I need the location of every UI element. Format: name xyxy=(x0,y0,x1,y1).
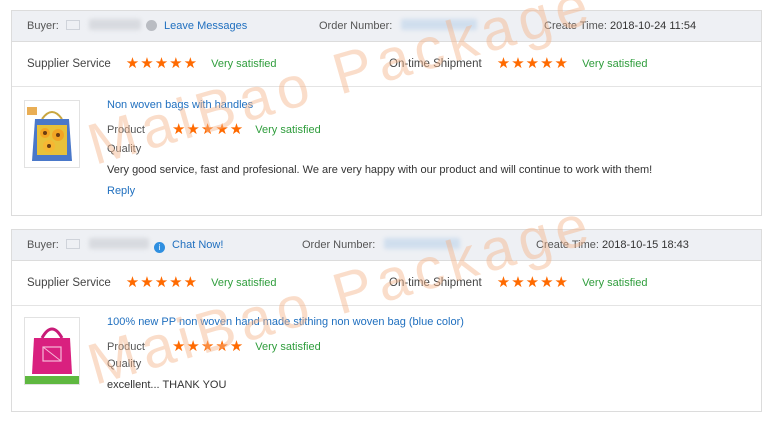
service-ratings: Supplier Service ★★★★★ Very satisfied On… xyxy=(12,261,761,306)
quality-label: Quality xyxy=(107,143,142,155)
order-number-redacted xyxy=(384,238,461,249)
create-time-value: 2018-10-24 11:54 xyxy=(610,20,697,32)
satisfaction-text: Very satisfied xyxy=(211,277,277,289)
product-thumbnail[interactable] xyxy=(24,317,80,385)
quality-line: Quality xyxy=(107,358,141,370)
product-review: Non woven bags with handles Product ★★★★… xyxy=(12,87,761,215)
chat-now-link[interactable]: Chat Now! xyxy=(172,239,223,251)
shipment-label: On-time Shipment xyxy=(389,58,482,70)
comment-text: excellent... THANK YOU xyxy=(107,379,227,391)
create-time-label: Create Time: xyxy=(544,20,607,32)
chat-icon[interactable]: i xyxy=(153,242,165,253)
shipment-label: On-time Shipment xyxy=(389,277,482,289)
review-card: Buyer: Leave Messages Order Number: Crea… xyxy=(11,10,762,216)
product-label: Product xyxy=(107,124,145,136)
buyer-info: Buyer: Leave Messages xyxy=(27,11,247,41)
supplier-service-label: Supplier Service xyxy=(27,58,111,70)
create-time-value: 2018-10-15 18:43 xyxy=(602,239,689,251)
reply-line: Reply xyxy=(107,185,135,197)
leave-messages-link[interactable]: Leave Messages xyxy=(164,20,247,32)
satisfaction-text: Very satisfied xyxy=(255,341,321,353)
review-comment: excellent... THANK YOU xyxy=(107,379,226,391)
star-rating-icon: ★★★★★ xyxy=(125,274,199,291)
satisfaction-text: Very satisfied xyxy=(255,124,321,136)
product-rating-line: Product ★★★★★ Very satisfied xyxy=(107,337,321,355)
supplier-service-label: Supplier Service xyxy=(27,277,111,289)
service-ratings: Supplier Service ★★★★★ Very satisfied On… xyxy=(12,42,761,87)
buyer-name-redacted xyxy=(88,19,141,30)
buyer-name-redacted xyxy=(88,238,149,249)
buyer-info: Buyer: i Chat Now! xyxy=(27,230,223,260)
tote-bag-image xyxy=(25,101,79,167)
create-time-info: Create Time: 2018-10-24 11:54 xyxy=(544,11,696,41)
satisfaction-text: Very satisfied xyxy=(582,277,648,289)
supplier-service-rating: Supplier Service ★★★★★ Very satisfied xyxy=(27,42,277,86)
satisfaction-text: Very satisfied xyxy=(211,58,277,70)
star-rating-icon: ★★★★★ xyxy=(496,55,569,72)
product-name-line: 100% new PP non woven hand made stithing… xyxy=(107,316,464,328)
product-label: Product xyxy=(107,341,145,353)
create-time-info: Create Time: 2018-10-15 18:43 xyxy=(536,230,689,260)
order-info: Order Number: xyxy=(319,11,478,41)
star-rating-icon: ★★★★★ xyxy=(496,274,569,291)
order-info: Order Number: xyxy=(302,230,461,260)
buyer-label: Buyer: xyxy=(27,239,59,251)
review-comment: Very good service, fast and profesional.… xyxy=(107,164,652,176)
star-rating-icon: ★★★★★ xyxy=(171,338,245,355)
review-header: Buyer: Leave Messages Order Number: Crea… xyxy=(12,11,761,42)
product-name-link[interactable]: 100% new PP non woven hand made stithing… xyxy=(107,316,464,328)
supplier-service-rating: Supplier Service ★★★★★ Very satisfied xyxy=(27,261,277,305)
reply-link[interactable]: Reply xyxy=(107,185,135,197)
user-status-icon xyxy=(145,20,157,31)
quality-line: Quality xyxy=(107,143,141,155)
review-header: Buyer: i Chat Now! Order Number: Create … xyxy=(12,230,761,261)
satisfaction-text: Very satisfied xyxy=(582,58,648,70)
order-number-label: Order Number: xyxy=(302,239,376,251)
product-thumbnail[interactable] xyxy=(24,100,80,168)
order-number-label: Order Number: xyxy=(319,20,393,32)
buyer-label: Buyer: xyxy=(27,20,59,32)
star-rating-icon: ★★★★★ xyxy=(125,55,199,72)
quality-label: Quality xyxy=(107,358,142,370)
product-name-link[interactable]: Non woven bags with handles xyxy=(107,99,253,111)
review-card: Buyer: i Chat Now! Order Number: Create … xyxy=(11,229,762,412)
product-rating-line: Product ★★★★★ Very satisfied xyxy=(107,120,321,138)
order-number-redacted xyxy=(401,19,478,30)
shipment-rating: On-time Shipment ★★★★★ Very satisfied xyxy=(389,261,647,305)
create-time-label: Create Time: xyxy=(536,239,599,251)
product-name-line: Non woven bags with handles xyxy=(107,99,253,111)
comment-text: Very good service, fast and profesional.… xyxy=(107,164,653,176)
flag-icon xyxy=(65,20,80,30)
shipment-rating: On-time Shipment ★★★★★ Very satisfied xyxy=(389,42,647,86)
flag-icon xyxy=(65,239,80,249)
tote-bag-image xyxy=(25,318,79,384)
star-rating-icon: ★★★★★ xyxy=(171,121,245,138)
product-review: 100% new PP non woven hand made stithing… xyxy=(12,306,761,410)
